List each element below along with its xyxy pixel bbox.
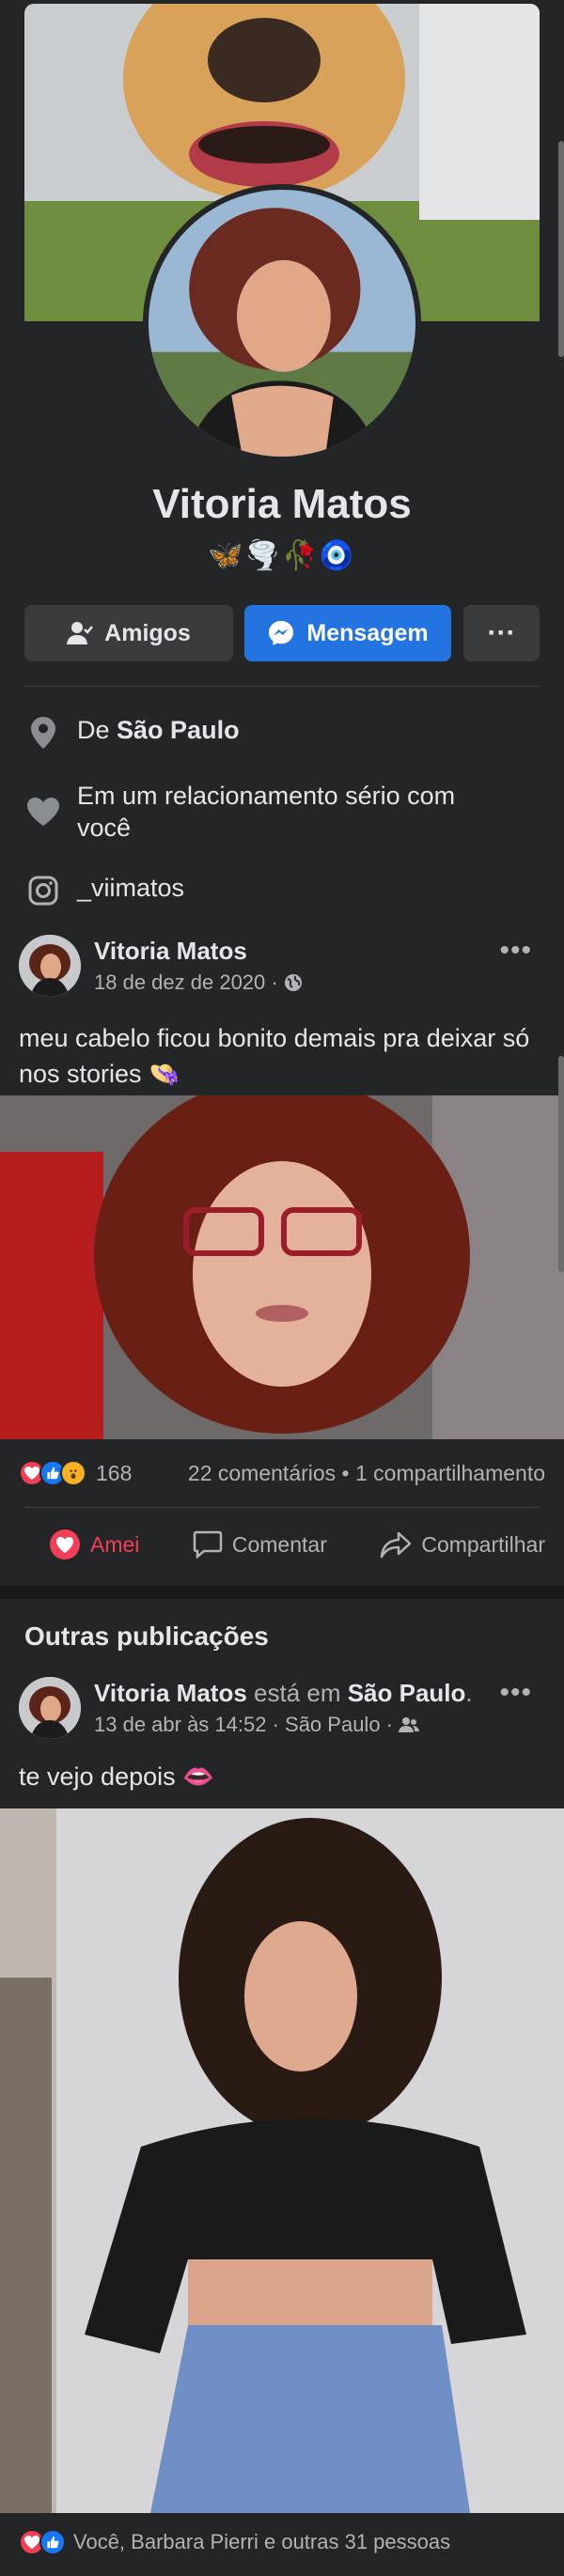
love-label: Amei [90,1531,140,1557]
post-photo [0,1095,564,1439]
instagram-icon [24,872,62,909]
post-header: Vitoria Matos 18 de dez de 2020 · ••• [19,935,545,1001]
post-image[interactable] [0,1808,564,2513]
post-more-button[interactable]: ••• [499,1677,532,1709]
comments-shares-count[interactable]: 22 comentários • 1 compartilhamento [188,1461,545,1486]
hometown-prefix: De [77,716,118,744]
instagram-handle[interactable]: _viimatos [77,872,184,904]
other-posts-title: Outras publicações [24,1622,269,1651]
scrollbar-thumb[interactable] [558,1056,564,1272]
post-action-bar: Amei Comentar Compartilhar [19,1516,545,1573]
share-button[interactable]: Compartilhar [380,1530,545,1559]
post-text: meu cabelo ficou bonito demais pra deixa… [19,1024,530,1088]
profile-bio: 🦋🌪️🥀🧿 [208,540,356,571]
post-reactions[interactable]: Você, Barbara Pierri e outras 31 pessoas [19,2529,450,2555]
post-meta: 13 de abr às 14:52 · São Paulo · [94,1713,420,1737]
avatar[interactable] [19,935,81,997]
comment-icon [193,1530,223,1559]
like-reaction-icon [39,2529,66,2555]
heart-icon [24,793,62,830]
love-icon [50,1529,80,1560]
post-photo [0,1808,564,2513]
friend-check-icon [67,622,94,644]
divider [24,686,540,687]
post-reactions[interactable]: 168 22 comentários • 1 compartilhamento [19,1456,545,1490]
intro-instagram[interactable]: _viimatos [24,872,540,909]
avatar[interactable] [19,1677,81,1739]
post-meta: 18 de dez de 2020 · [94,970,303,995]
share-label: Compartilhar [421,1531,545,1557]
divider [24,1507,540,1508]
reaction-count: 168 [96,1460,133,1485]
post-date[interactable]: 13 de abr às 14:52 · São Paulo · [94,1713,399,1736]
post-text: te vejo depois 👄 [19,1762,214,1791]
profile-name: Vitoria Matos [152,481,412,527]
post-more-button[interactable]: ••• [499,935,532,967]
scrollbar-thumb[interactable] [558,141,564,357]
friends-label: Amigos [104,619,191,646]
post-author[interactable]: Vitoria Matos [94,1679,247,1707]
profile-photo [149,190,415,457]
more-dots-icon: ··· [487,617,516,648]
friends-button[interactable]: Amigos [24,605,233,661]
post-image[interactable] [0,1095,564,1439]
messenger-icon [269,621,294,645]
friends-icon [399,1717,420,1732]
post-author-line: Vitoria Matos está em São Paulo. [94,1679,473,1707]
location-pin-icon [24,714,62,752]
post-header: Vitoria Matos está em São Paulo. 13 de a… [19,1677,545,1743]
message-label: Mensagem [306,619,429,646]
relationship-text: Em um relacionamento sério com você [77,782,456,842]
love-button[interactable]: Amei [49,1529,139,1560]
post-author[interactable]: Vitoria Matos [94,937,247,966]
comment-button[interactable]: Comentar [193,1530,327,1559]
intro-relationship: Em um relacionamento sério com você [24,780,540,844]
checkin-place[interactable]: São Paulo [348,1679,466,1707]
profile-picture[interactable] [143,184,421,462]
hometown-city[interactable]: São Paulo [117,716,240,744]
location-connector: está em [246,1679,348,1707]
share-icon [381,1531,412,1559]
wow-reaction-icon [60,1460,86,1486]
message-button[interactable]: Mensagem [244,605,451,661]
globe-icon [284,974,302,991]
profile-actions: Amigos Mensagem ··· [24,605,540,661]
intro-hometown: De São Paulo [24,714,540,752]
reactions-summary: Você, Barbara Pierri e outras 31 pessoas [73,2530,451,2553]
section-separator [0,1586,564,1599]
post-date[interactable]: 18 de dez de 2020 · [94,970,284,994]
more-options-button[interactable]: ··· [463,605,540,661]
comment-label: Comentar [231,1531,327,1557]
